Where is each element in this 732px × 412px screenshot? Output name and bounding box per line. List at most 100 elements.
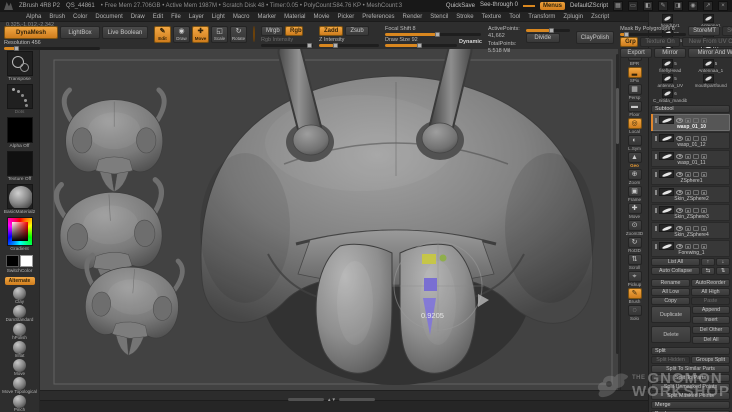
- tool-thumbnail-item[interactable]: 6 C_nitida_mandib: [651, 89, 690, 103]
- menu-item[interactable]: File: [171, 14, 181, 20]
- mode-button[interactable]: ↻ Rotate: [230, 26, 247, 43]
- user-icon[interactable]: ◉: [688, 1, 698, 11]
- secondary-color-swatch[interactable]: [20, 254, 33, 267]
- mask-icon[interactable]: [701, 153, 707, 159]
- subtool-row[interactable]: wasp_01_10: [651, 114, 730, 131]
- uv-icon[interactable]: [693, 189, 699, 195]
- move-up-button[interactable]: ↑: [701, 258, 715, 266]
- tool-thumbnail-item[interactable]: 5 antenna_UV: [651, 74, 690, 88]
- uv-icon[interactable]: [693, 243, 699, 249]
- right-shelf-button[interactable]: ◎ Local: [623, 118, 647, 134]
- subtool-section-header[interactable]: Subtool: [651, 105, 730, 113]
- mask-icon[interactable]: [701, 135, 707, 141]
- mrgb-button[interactable]: Mrgb: [261, 26, 283, 36]
- right-shelf-button[interactable]: ⊕ Zoom: [623, 169, 647, 185]
- right-shelf-button[interactable]: ↻ Rot3D: [623, 237, 647, 253]
- default-zscript-button[interactable]: DefaultZScript: [570, 3, 608, 9]
- subtool-row[interactable]: Skin_ZSphere2: [651, 186, 730, 203]
- polypaint-icon[interactable]: [685, 153, 691, 159]
- menu-item[interactable]: Stencil: [430, 14, 448, 20]
- right-shelf-button[interactable]: ▦ Persp: [623, 84, 647, 100]
- menus-toggle-button[interactable]: Menus: [539, 2, 565, 10]
- uv-icon[interactable]: [693, 153, 699, 159]
- mode-button[interactable]: ✚ Move: [192, 26, 209, 43]
- menu-item[interactable]: Render: [403, 14, 423, 20]
- right-shelf-button[interactable]: ▲ Geo: [623, 152, 647, 168]
- polypaint-icon[interactable]: [685, 117, 691, 123]
- menu-item[interactable]: Macro: [233, 14, 250, 20]
- right-shelf-button[interactable]: ▂ SPix: [623, 67, 647, 83]
- right-shelf-button[interactable]: ▬ Floor: [623, 101, 647, 117]
- monitor-icon[interactable]: ▭: [628, 1, 638, 11]
- menu-item[interactable]: Picker: [338, 14, 355, 20]
- zsub-button[interactable]: Zsub: [345, 26, 369, 36]
- polypaint-icon[interactable]: [685, 243, 691, 249]
- current-brush-thumbnail[interactable]: [6, 51, 33, 77]
- menu-item[interactable]: Layer: [189, 14, 204, 20]
- mask-icon[interactable]: [701, 207, 707, 213]
- split-unmasked-points-button[interactable]: Split Unmasked Points: [651, 383, 730, 391]
- right-shelf-button[interactable]: ⇅ Scroll: [623, 254, 647, 270]
- insert-button[interactable]: Insert: [692, 316, 730, 324]
- eye-icon[interactable]: [676, 171, 683, 177]
- tray-divider-bar[interactable]: [338, 398, 375, 401]
- uv-icon[interactable]: [693, 135, 699, 141]
- menu-item[interactable]: Stroke: [456, 14, 473, 20]
- palette-icon[interactable]: ◧: [643, 1, 653, 11]
- polypaint-icon[interactable]: [685, 171, 691, 177]
- quick-brush-item[interactable]: Pinch: [12, 394, 26, 412]
- canvas-scrollbar[interactable]: [616, 54, 619, 354]
- share-icon[interactable]: ↗: [703, 1, 713, 11]
- mode-button[interactable]: ✎ Edit: [154, 26, 171, 43]
- mask-icon[interactable]: [701, 189, 707, 195]
- gizmo-purple-handle[interactable]: [424, 278, 437, 291]
- see-through-slider[interactable]: See-through 0: [480, 2, 518, 10]
- gizmo-yellow-handle[interactable]: [422, 254, 436, 264]
- brush-icon[interactable]: ✎: [658, 1, 668, 11]
- main-color-swatch[interactable]: [6, 254, 19, 267]
- collapse-icon-1[interactable]: ⇆: [701, 267, 715, 275]
- list-all-button[interactable]: List All: [651, 258, 700, 266]
- collapsed-section-header[interactable]: Merge: [651, 401, 730, 409]
- eye-icon[interactable]: [676, 117, 683, 123]
- all-high-button[interactable]: All High: [691, 288, 730, 296]
- claypolish-button[interactable]: ClayPolish: [575, 31, 615, 44]
- rgb-button[interactable]: Rgb: [285, 26, 303, 36]
- auto-collapse-button[interactable]: Auto Collapse: [651, 267, 700, 275]
- rename-button[interactable]: Rename: [651, 279, 690, 287]
- z-intensity-slider[interactable]: Z Intensity: [319, 37, 379, 48]
- polypaint-icon[interactable]: [685, 207, 691, 213]
- eye-icon[interactable]: [676, 189, 683, 195]
- uv-icon[interactable]: [693, 207, 699, 213]
- uv-icon[interactable]: [693, 117, 699, 123]
- rgb-intensity-slider[interactable]: Rgb Intensity: [261, 37, 313, 48]
- sculpt-canvas[interactable]: 0.9205: [40, 48, 618, 390]
- color-picker[interactable]: [6, 216, 33, 246]
- mode-button[interactable]: ◱ Scale: [211, 26, 228, 43]
- split-hidden-button[interactable]: Split Hidden: [651, 356, 690, 364]
- subtool-row[interactable]: wasp_01_12: [651, 132, 730, 149]
- quick-brush-item[interactable]: Move Topological: [2, 376, 37, 394]
- export-button[interactable]: Export: [620, 48, 653, 58]
- eye-icon[interactable]: [676, 243, 683, 249]
- grp-button[interactable]: Grp: [620, 37, 639, 47]
- menu-item[interactable]: Transform: [528, 14, 555, 20]
- menu-item[interactable]: Texture: [482, 14, 502, 20]
- right-shelf-button[interactable]: ✎ Brush: [623, 288, 647, 304]
- tray-divider-bar[interactable]: [288, 398, 324, 401]
- resolution-slider[interactable]: Resolution 456: [4, 40, 100, 51]
- subtool-row[interactable]: Skin_ZSphere3: [651, 204, 730, 221]
- quick-brush-item[interactable]: DamStandard: [6, 304, 33, 322]
- focal-shift-slider[interactable]: Focal Shift 8: [385, 26, 481, 37]
- switch-color-button[interactable]: SwitchColor: [7, 269, 33, 275]
- right-shelf-button[interactable]: ⊙ Zoom3D: [623, 220, 647, 236]
- close-icon[interactable]: ×: [718, 1, 728, 11]
- collapse-icon-2[interactable]: ⇅: [716, 267, 730, 275]
- color-picker-square[interactable]: [11, 221, 28, 241]
- switch-mt-button[interactable]: SwitchMT: [722, 26, 732, 36]
- polypaint-icon[interactable]: [685, 225, 691, 231]
- uv-icon[interactable]: [693, 171, 699, 177]
- material-thumbnail[interactable]: [6, 183, 33, 209]
- duplicate-button[interactable]: Duplicate: [651, 306, 691, 323]
- del-all-button[interactable]: Del All: [692, 336, 730, 344]
